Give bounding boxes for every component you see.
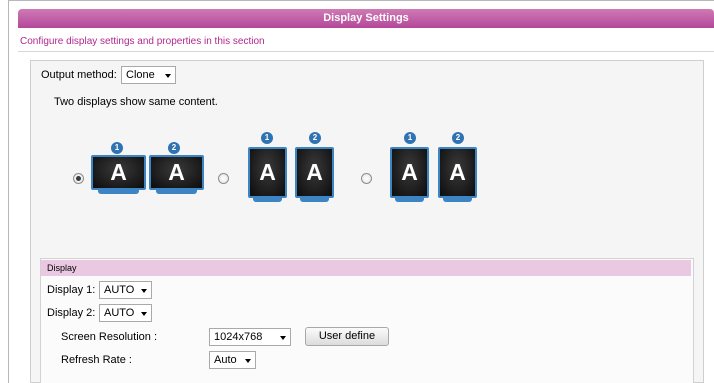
display1-label: Display 1: <box>47 284 96 296</box>
chevron-down-icon <box>141 289 147 293</box>
monitor-stand <box>299 198 330 202</box>
chevron-down-icon <box>280 336 286 340</box>
monitor-stand <box>442 198 473 202</box>
display1-value: AUTO <box>104 284 135 296</box>
display2-select[interactable]: AUTO <box>99 304 152 322</box>
number-badge-icon: 1 <box>404 132 416 144</box>
monitor-icon: A <box>295 147 334 202</box>
number-badge-icon: 2 <box>309 132 321 144</box>
output-method-value: Clone <box>126 69 155 81</box>
monitor-stand <box>252 198 283 202</box>
chevron-down-icon <box>245 359 251 363</box>
monitor-stand <box>155 190 198 194</box>
layout-radio-portrait-rotated[interactable] <box>361 173 372 184</box>
screen-resolution-value: 1024x768 <box>214 331 263 343</box>
refresh-rate-select[interactable]: Auto <box>209 351 256 369</box>
monitor-screen: A <box>295 147 334 198</box>
output-method-label: Output method: <box>41 69 117 81</box>
display1-select[interactable]: AUTO <box>99 281 152 299</box>
display2-value: AUTO <box>104 307 135 319</box>
number-badge-icon: 1 <box>111 142 123 154</box>
refresh-rate-value: Auto <box>214 354 237 366</box>
output-method-select[interactable]: Clone <box>121 66 176 84</box>
monitor-screen: A <box>91 155 146 190</box>
screen-resolution-label: Screen Resolution : <box>61 331 157 343</box>
display-section-title: Display <box>41 260 691 276</box>
monitor-icon: A <box>149 155 204 194</box>
screen-resolution-select[interactable]: 1024x768 <box>209 328 291 346</box>
refresh-rate-label: Refresh Rate : <box>61 354 132 366</box>
chevron-down-icon <box>141 312 147 316</box>
monitor-screen: A <box>149 155 204 190</box>
divider <box>18 51 714 52</box>
user-define-button[interactable]: User define <box>305 327 389 346</box>
monitor-stand <box>97 190 140 194</box>
monitor-screen: A <box>438 147 477 198</box>
number-badge-icon: 2 <box>452 132 464 144</box>
layout-radio-portrait[interactable] <box>218 173 229 184</box>
page-subtitle: Configure display settings and propertie… <box>20 36 265 47</box>
monitor-icon: A <box>248 147 287 202</box>
monitor-icon: A <box>91 155 146 194</box>
monitor-stand <box>394 198 425 202</box>
monitor-icon: A <box>438 147 477 202</box>
display2-label: Display 2: <box>47 307 96 319</box>
number-badge-icon: 1 <box>261 132 273 144</box>
layout-radio-landscape[interactable] <box>73 173 84 184</box>
monitor-icon: A <box>390 147 429 202</box>
number-badge-icon: 2 <box>168 142 180 154</box>
monitor-screen: A <box>390 147 429 198</box>
monitor-screen: A <box>248 147 287 198</box>
output-description: Two displays show same content. <box>54 96 218 108</box>
page-title: Display Settings <box>18 9 714 28</box>
chevron-down-icon <box>165 74 171 78</box>
